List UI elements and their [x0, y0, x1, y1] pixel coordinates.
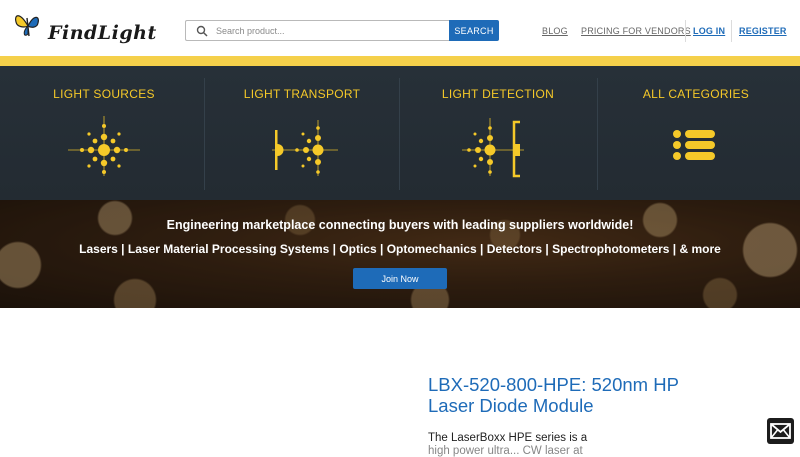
category-bar: LIGHT SOURCES LIGHT TRANSPORT LIGHT DETE…: [0, 66, 800, 200]
search-box: [185, 20, 449, 41]
contact-mail-button[interactable]: [767, 418, 794, 444]
nav-pricing-for-vendors[interactable]: PRICING FOR VENDORS: [581, 21, 691, 41]
join-now-button[interactable]: Join Now: [353, 268, 447, 289]
light-transport-icon: [272, 120, 338, 176]
search-button[interactable]: SEARCH: [449, 20, 499, 41]
category-label: ALL CATEGORIES: [642, 87, 750, 101]
nav-divider: [685, 20, 686, 42]
product-description-continued: high power ultra... CW laser at: [428, 445, 583, 457]
site-header: FindLight SEARCH BLOG PRICING FOR VENDOR…: [0, 0, 800, 56]
butterfly-icon: [15, 15, 39, 37]
list-icon: [673, 130, 715, 160]
search-input[interactable]: [216, 21, 444, 40]
category-light-sources[interactable]: LIGHT SOURCES: [4, 66, 204, 200]
mail-icon: [770, 423, 791, 439]
category-all[interactable]: ALL CATEGORIES: [596, 66, 796, 200]
light-detection-icon: [462, 118, 524, 178]
light-sources-icon: [68, 116, 140, 176]
category-label: LIGHT SOURCES: [53, 87, 155, 101]
header-accent-bar: [0, 56, 800, 66]
findlight-logo[interactable]: FindLight: [14, 10, 156, 46]
category-light-transport[interactable]: LIGHT TRANSPORT: [202, 66, 402, 200]
product-title[interactable]: LBX-520-800-HPE: 520nm HP Laser Diode Mo…: [428, 374, 718, 416]
nav-blog[interactable]: BLOG: [542, 21, 568, 41]
hero-banner: Engineering marketplace connecting buyer…: [0, 200, 800, 308]
hero-title: Engineering marketplace connecting buyer…: [166, 218, 634, 232]
search-icon: [196, 25, 208, 37]
category-light-detection[interactable]: LIGHT DETECTION: [398, 66, 598, 200]
category-label: LIGHT DETECTION: [441, 87, 555, 101]
nav-register[interactable]: REGISTER: [739, 21, 787, 41]
logo-text: FindLight: [48, 22, 157, 44]
nav-login[interactable]: LOG IN: [693, 21, 725, 41]
nav-divider: [731, 20, 732, 42]
product-description: The LaserBoxx HPE series is a: [428, 432, 588, 444]
hero-categories-list: Lasers | Laser Material Processing Syste…: [79, 242, 721, 256]
category-label: LIGHT TRANSPORT: [243, 87, 361, 101]
